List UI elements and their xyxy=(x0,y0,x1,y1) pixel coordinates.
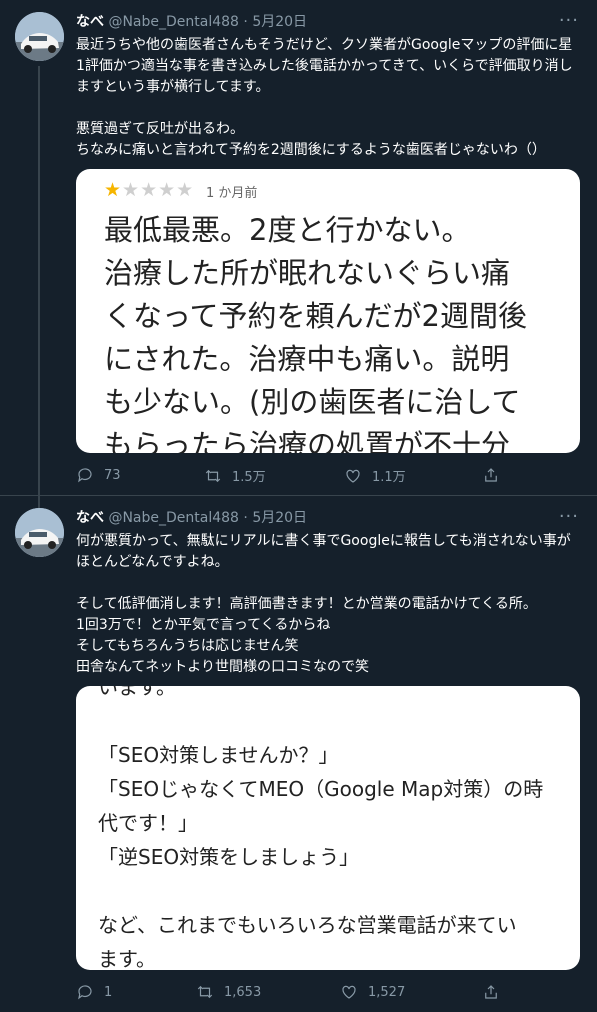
reply-button[interactable]: 73 xyxy=(76,466,121,484)
tweet-image[interactable]: います。 「SEO対策しませんか？」 「SEOじゃなくてMEO（Google M… xyxy=(76,686,580,970)
user-handle[interactable]: @Nabe_Dental488 xyxy=(108,510,239,526)
separator: · xyxy=(243,510,248,526)
user-handle[interactable]: @Nabe_Dental488 xyxy=(108,14,239,30)
reply-count: 1 xyxy=(104,984,113,1000)
avatar[interactable] xyxy=(15,508,64,557)
tweet-2[interactable]: なべ @Nabe_Dental488 · 5月20日 ··· 何が悪質かって、無… xyxy=(0,496,597,1012)
action-bar: 73 1.5万 1.1万 xyxy=(76,466,516,486)
tweet-image[interactable]: ★★★★★ 1 か月前 最低最悪。2度と行かない。 治療した所が眠れないぐらい痛… xyxy=(76,169,580,453)
share-icon xyxy=(485,985,497,999)
avatar[interactable] xyxy=(15,12,64,61)
tweet-1[interactable]: なべ @Nabe_Dental488 · 5月20日 ··· 最近うちや他の歯医… xyxy=(0,0,597,508)
like-button[interactable]: 1.1万 xyxy=(344,466,406,485)
reply-icon xyxy=(78,985,92,1000)
retweet-count: 1.5万 xyxy=(232,470,266,485)
thread-line xyxy=(38,66,40,508)
share-button[interactable] xyxy=(482,983,500,1001)
heart-icon xyxy=(342,985,356,999)
share-icon xyxy=(485,468,497,482)
tweet-date[interactable]: 5月20日 xyxy=(252,510,307,526)
like-button[interactable]: 1,527 xyxy=(340,983,405,1001)
like-count: 1,527 xyxy=(368,984,406,1000)
reply-count: 73 xyxy=(104,467,121,483)
more-icon[interactable]: ··· xyxy=(559,506,579,527)
display-name[interactable]: なべ xyxy=(76,510,104,526)
star-rating: ★★★★★ xyxy=(104,179,195,201)
tweet-text: 最近うちや他の歯医者さんもそうだけど、クソ業者がGoogleマップの評価に星1評… xyxy=(76,37,573,158)
retweet-icon xyxy=(197,985,213,999)
review-text: 最低最悪。2度と行かない。 治療した所が眠れないぐらい痛 くなって予約を頼んだが… xyxy=(104,213,528,453)
retweet-button[interactable]: 1.5万 xyxy=(204,466,266,485)
reply-icon xyxy=(78,468,92,483)
action-bar: 1 1,653 1,527 xyxy=(76,983,516,1003)
retweet-icon xyxy=(205,469,221,482)
tweet-date[interactable]: 5月20日 xyxy=(252,14,307,30)
review-age: 1 か月前 xyxy=(206,186,258,201)
tweet-header: なべ @Nabe_Dental488 · 5月20日 xyxy=(76,508,577,528)
tweet-text: 何が悪質かって、無駄にリアルに書く事でGoogleに報告しても消されない事がほと… xyxy=(76,533,571,675)
image-text: います。 「SEO対策しませんか？」 「SEOじゃなくてMEO（Google M… xyxy=(98,686,544,970)
retweet-count: 1,653 xyxy=(224,984,262,1000)
retweet-button[interactable]: 1,653 xyxy=(196,983,261,1001)
tweet-header: なべ @Nabe_Dental488 · 5月20日 xyxy=(76,12,577,32)
reply-button[interactable]: 1 xyxy=(76,983,112,1001)
separator: · xyxy=(243,14,248,30)
like-count: 1.1万 xyxy=(372,470,406,485)
heart-icon xyxy=(346,469,360,483)
share-button[interactable] xyxy=(482,466,500,484)
display-name[interactable]: なべ xyxy=(76,14,104,30)
more-icon[interactable]: ··· xyxy=(559,10,579,31)
thread-line xyxy=(38,496,40,508)
